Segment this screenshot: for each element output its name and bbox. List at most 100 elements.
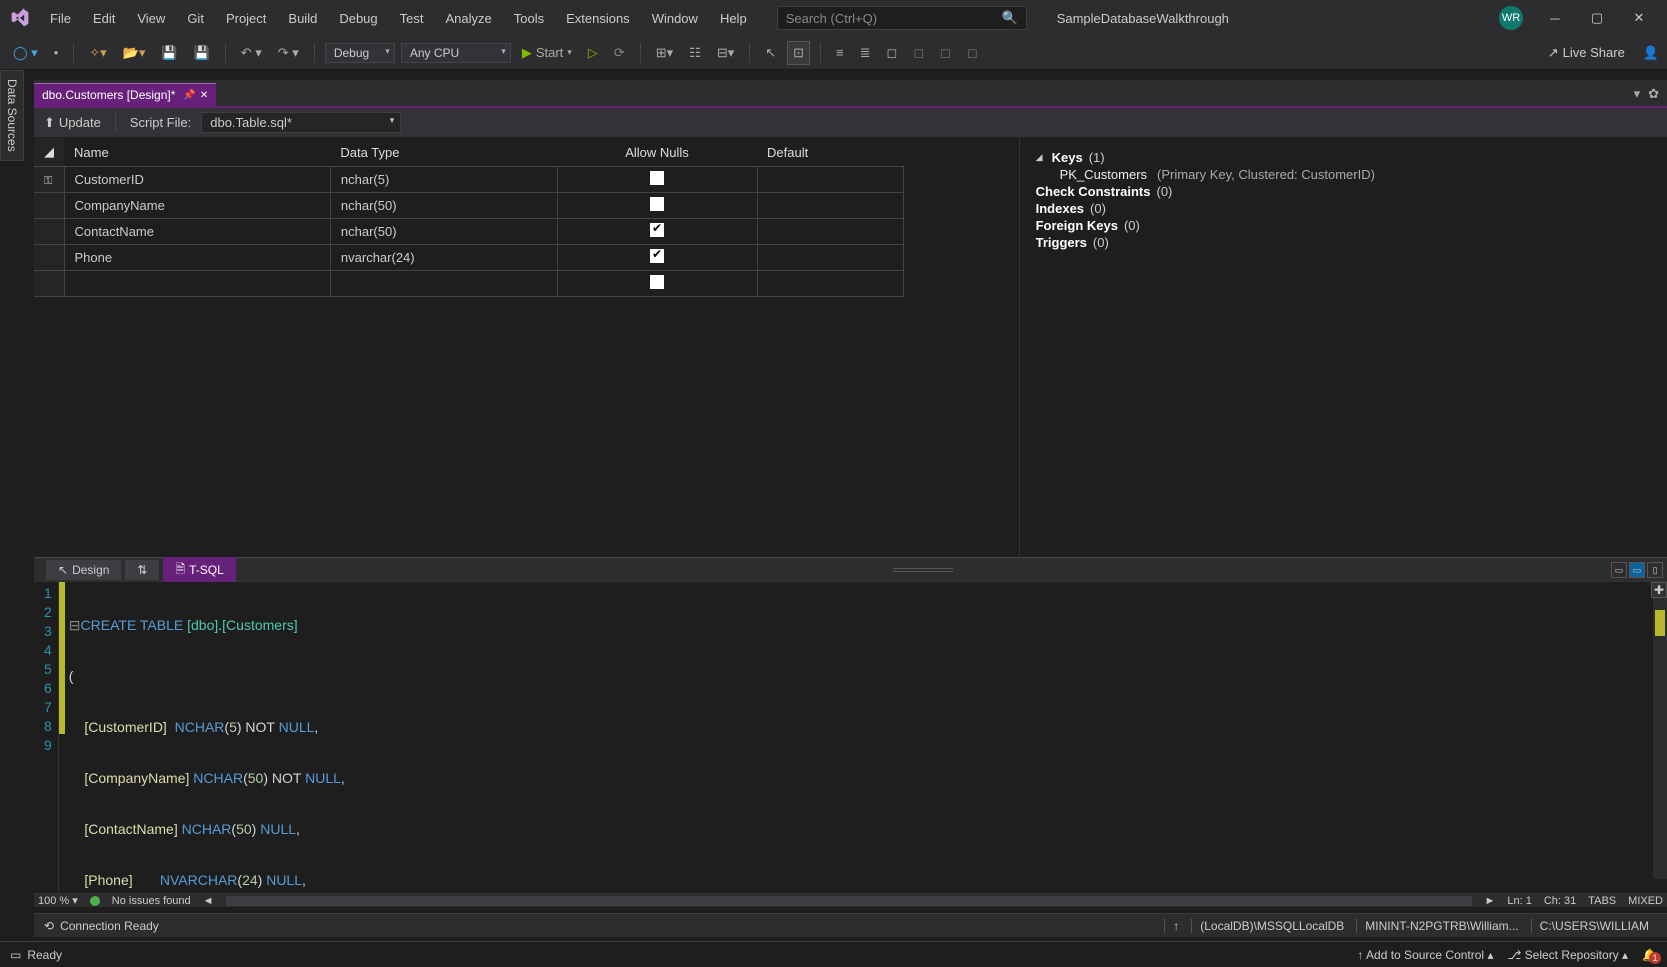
tb-icon-4[interactable]: ↖ bbox=[760, 42, 781, 64]
cell-default[interactable] bbox=[757, 219, 903, 245]
tb-icon-3[interactable]: ⊟▾ bbox=[712, 42, 739, 64]
allow-nulls-checkbox[interactable] bbox=[650, 249, 664, 263]
pin-icon[interactable]: 📌 bbox=[183, 90, 195, 101]
grid-row[interactable]: ⚿ CustomerID nchar(5) bbox=[34, 167, 904, 193]
cell-name[interactable]: CustomerID bbox=[64, 167, 330, 193]
nav-fwd-button[interactable]: • bbox=[49, 42, 64, 63]
select-repo-button[interactable]: ⎇ Select Repository ▴ bbox=[1507, 948, 1628, 962]
redo-button[interactable]: ↷ ▾ bbox=[273, 42, 304, 64]
close-button[interactable]: ✕ bbox=[1619, 3, 1659, 33]
code-content[interactable]: ⊟CREATE TABLE [dbo].[Customers] ( [Custo… bbox=[65, 582, 476, 893]
add-split-button[interactable]: ✚ bbox=[1651, 582, 1667, 598]
collapse-icon[interactable]: ⊟ bbox=[69, 617, 81, 633]
inner-tab-swap[interactable]: ⇅ bbox=[125, 560, 159, 580]
cell-type[interactable]: nvarchar(24) bbox=[330, 245, 557, 271]
add-source-control-button[interactable]: ↑ Add to Source Control ▴ bbox=[1357, 948, 1493, 962]
sql-editor[interactable]: 123456789 ⊟CREATE TABLE [dbo].[Customers… bbox=[34, 582, 1667, 893]
start-button[interactable]: ▶Start ▾ bbox=[517, 42, 577, 64]
update-button[interactable]: ⬆Update bbox=[44, 115, 101, 131]
grid-row-new[interactable] bbox=[34, 271, 904, 297]
bookmark-icon[interactable]: ◻ bbox=[882, 42, 903, 64]
inner-tab-tsql[interactable]: 🗎T-SQL bbox=[163, 557, 235, 584]
tb-icon-1[interactable]: ⊞▾ bbox=[651, 42, 678, 64]
menu-extensions[interactable]: Extensions bbox=[556, 5, 640, 32]
menu-file[interactable]: File bbox=[40, 5, 81, 32]
menu-window[interactable]: Window bbox=[642, 5, 708, 32]
script-file-dropdown[interactable]: dbo.Table.sql* bbox=[201, 112, 401, 133]
grid-row[interactable]: Phone nvarchar(24) bbox=[34, 245, 904, 271]
open-file-button[interactable]: 📂▾ bbox=[118, 42, 151, 64]
inner-tab-design[interactable]: ↖Design bbox=[46, 560, 121, 580]
bookmark-prev-icon[interactable]: ◻ bbox=[908, 42, 929, 64]
horizontal-scrollbar[interactable] bbox=[226, 896, 1473, 906]
cell-name[interactable]: ContactName bbox=[64, 219, 330, 245]
save-all-button[interactable]: 💾 bbox=[189, 42, 215, 64]
cell-default[interactable] bbox=[757, 193, 903, 219]
live-share-button[interactable]: ↗ Live Share 👤 bbox=[1548, 45, 1659, 61]
output-icon[interactable]: ▭ bbox=[10, 948, 21, 962]
zoom-dropdown[interactable]: 100 % ▾ bbox=[38, 894, 78, 907]
layout-toggle-1[interactable]: ▭ bbox=[1611, 562, 1627, 578]
menu-project[interactable]: Project bbox=[216, 5, 276, 32]
cell-default[interactable] bbox=[757, 167, 903, 193]
nav-back-button[interactable]: ◯ ▾ bbox=[8, 42, 43, 64]
minimize-button[interactable]: ─ bbox=[1535, 3, 1575, 33]
tabs-mode[interactable]: TABS bbox=[1588, 895, 1616, 907]
col-header-name[interactable]: Name bbox=[64, 138, 330, 167]
pk-entry[interactable]: PK_Customers(Primary Key, Clustered: Cus… bbox=[1060, 167, 1651, 182]
save-button[interactable]: 💾 bbox=[156, 42, 182, 64]
start-without-debug-button[interactable]: ▷ bbox=[583, 42, 603, 64]
scroll-right-icon[interactable]: ► bbox=[1484, 895, 1495, 907]
menu-git[interactable]: Git bbox=[177, 5, 214, 32]
menu-analyze[interactable]: Analyze bbox=[435, 5, 501, 32]
menu-build[interactable]: Build bbox=[278, 5, 327, 32]
doc-tab-settings-icon[interactable]: ✿ bbox=[1648, 86, 1659, 102]
cell-name[interactable]: CompanyName bbox=[64, 193, 330, 219]
side-tab-data-sources[interactable]: Data Sources bbox=[0, 70, 24, 161]
vertical-scrollbar[interactable] bbox=[1653, 582, 1667, 879]
tb-icon-2[interactable]: ☷ bbox=[684, 42, 706, 64]
col-header-allownulls[interactable]: Allow Nulls bbox=[557, 138, 757, 167]
notifications-button[interactable]: 🔔1 bbox=[1642, 948, 1657, 962]
hot-reload-button[interactable]: ⟳ bbox=[609, 42, 630, 64]
menu-test[interactable]: Test bbox=[390, 5, 434, 32]
allow-nulls-checkbox[interactable] bbox=[650, 171, 664, 185]
allow-nulls-checkbox[interactable] bbox=[650, 275, 664, 289]
layout-toggle-3[interactable]: ▯ bbox=[1647, 562, 1663, 578]
columns-grid[interactable]: ◢ Name Data Type Allow Nulls Default ⚿ C… bbox=[34, 138, 1019, 557]
grid-corner[interactable]: ◢ bbox=[34, 138, 64, 167]
scroll-left-icon[interactable]: ◄ bbox=[203, 895, 214, 907]
menu-view[interactable]: View bbox=[127, 5, 175, 32]
lineend-mode[interactable]: MIXED bbox=[1628, 895, 1663, 907]
splitter-handle[interactable] bbox=[240, 568, 1607, 572]
user-avatar[interactable]: WR bbox=[1499, 6, 1523, 30]
menu-edit[interactable]: Edit bbox=[83, 5, 125, 32]
menu-help[interactable]: Help bbox=[710, 5, 757, 32]
search-input[interactable]: Search (Ctrl+Q) 🔍 bbox=[777, 6, 1027, 30]
allow-nulls-checkbox[interactable] bbox=[650, 223, 664, 237]
col-header-default[interactable]: Default bbox=[757, 138, 903, 167]
platform-dropdown[interactable]: Any CPU bbox=[401, 43, 511, 63]
doc-tab-customers[interactable]: dbo.Customers [Design]* 📌✕ bbox=[34, 83, 216, 106]
allow-nulls-checkbox[interactable] bbox=[650, 197, 664, 211]
tb-icon-6[interactable]: ≡ bbox=[831, 42, 849, 63]
cell-type[interactable]: nchar(50) bbox=[330, 193, 557, 219]
undo-button[interactable]: ↶ ▾ bbox=[236, 42, 267, 64]
expand-icon[interactable]: ◢ bbox=[1036, 152, 1046, 163]
cell-default[interactable] bbox=[757, 245, 903, 271]
new-item-button[interactable]: ✧▾ bbox=[84, 42, 111, 64]
grid-row[interactable]: CompanyName nchar(50) bbox=[34, 193, 904, 219]
config-dropdown[interactable]: Debug bbox=[325, 43, 395, 63]
doc-tab-dropdown-icon[interactable]: ▾ bbox=[1634, 86, 1641, 102]
cell-type[interactable]: nchar(5) bbox=[330, 167, 557, 193]
maximize-button[interactable]: ▢ bbox=[1577, 3, 1617, 33]
cell-name[interactable]: Phone bbox=[64, 245, 330, 271]
bookmark-clear-icon[interactable]: ◻ bbox=[962, 42, 983, 64]
account-icon[interactable]: 👤 bbox=[1643, 45, 1659, 61]
close-tab-icon[interactable]: ✕ bbox=[200, 90, 208, 101]
col-header-datatype[interactable]: Data Type bbox=[330, 138, 557, 167]
tb-icon-7[interactable]: ≣ bbox=[855, 42, 876, 64]
bookmark-next-icon[interactable]: ◻ bbox=[935, 42, 956, 64]
menu-debug[interactable]: Debug bbox=[329, 5, 387, 32]
grid-row[interactable]: ContactName nchar(50) bbox=[34, 219, 904, 245]
